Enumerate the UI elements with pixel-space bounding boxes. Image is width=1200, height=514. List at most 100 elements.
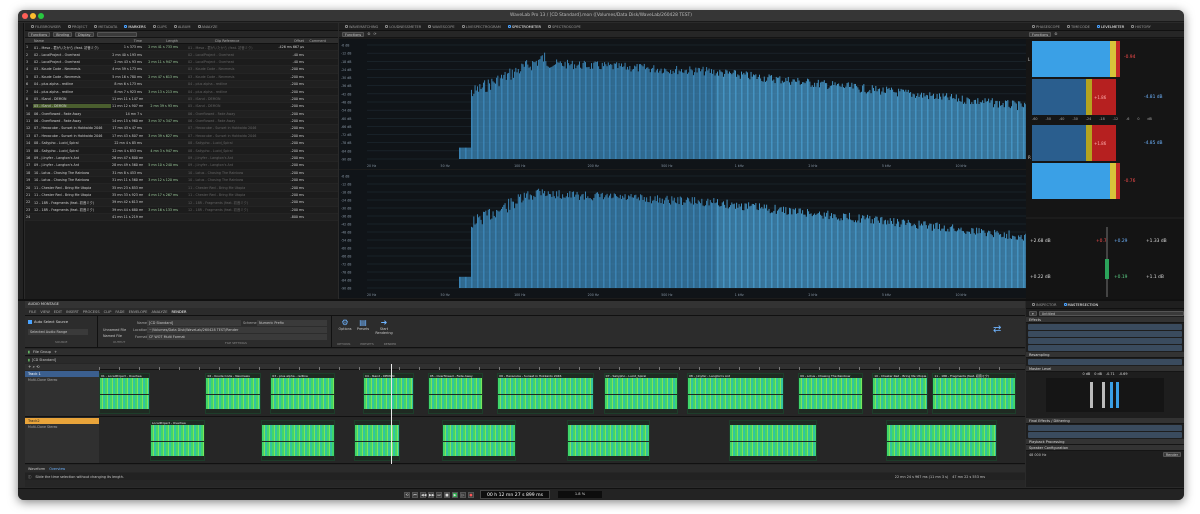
col-offset[interactable]: Offset	[267, 39, 305, 43]
montage-tab-clip[interactable]: CLIP	[104, 310, 112, 314]
loop-button[interactable]: ⟲	[404, 492, 410, 498]
preset-field[interactable]: Untitled	[1038, 310, 1184, 316]
montage-tab-fade[interactable]: FADE	[115, 310, 124, 314]
center-tab-wavematching[interactable]: WAVEMATCHING	[343, 25, 380, 29]
audio-clip[interactable]: 03 - plus alpha - redline	[270, 373, 336, 414]
center-tab-spectrometer[interactable]: SPECTROMETER	[506, 25, 543, 29]
options-button[interactable]: ⚙ Options	[337, 318, 353, 331]
settings-icon[interactable]: ⚙	[367, 32, 370, 36]
left-tab-project[interactable]: PROJECT	[66, 25, 90, 29]
right-tab-history[interactable]: HISTORY	[1129, 25, 1153, 29]
table-row[interactable]: 12 07 - Hexacube - Sunset in Hokkaido 204…	[25, 125, 338, 133]
right-tab-levelmeter[interactable]: LEVELMETER	[1095, 25, 1126, 29]
timeline-ruler[interactable]	[99, 364, 1025, 370]
col-name[interactable]: Name	[33, 39, 111, 43]
audio-clip[interactable]: 05 - Overflowed - Fade Away	[427, 373, 484, 414]
table-row[interactable]: 2 02 - LocalProject - Overheat 2 mn 40 s 1…	[25, 51, 338, 59]
levelmeter-functions-menu[interactable]: Functions	[1029, 31, 1052, 37]
track-2-lane[interactable]: LocalProject - Overhea	[99, 418, 1025, 464]
table-row[interactable]: 15 08 - Saliypho - Lucid_Spiral 22 mn 4 s …	[25, 147, 338, 155]
audio-clip[interactable]	[441, 420, 516, 461]
right-tab-timecode[interactable]: TIMECODE	[1065, 25, 1092, 29]
audio-clip[interactable]	[886, 420, 998, 461]
auto-select-checkbox[interactable]: Auto Select Source	[28, 320, 68, 324]
play-button[interactable]: ▶	[452, 492, 458, 498]
table-row[interactable]: 14 08 - Saliypho - Lucid_Spiral 22 mn 4 s …	[25, 140, 338, 148]
render-button[interactable]: Render	[1162, 452, 1181, 457]
stop-button[interactable]: ■	[444, 492, 450, 498]
goto-end-button[interactable]: ⏭	[436, 492, 442, 498]
format-select[interactable]: CF WOT Multi Format	[147, 334, 327, 340]
functions-menu[interactable]: Functions	[28, 31, 51, 37]
waveform-tab[interactable]: Waveform	[28, 467, 45, 471]
table-row[interactable]: 17 09 - J.Inyfer - Langton's Ant 28 mn 49 …	[25, 162, 338, 170]
fader-l[interactable]	[1090, 382, 1093, 408]
rewind-button[interactable]: ◀◀	[420, 492, 427, 498]
left-tab-analyze[interactable]: ANALYZE	[196, 25, 220, 29]
table-row[interactable]: 23 12 - 18R - Fragments (feat. 初音ミク) 39 mn…	[25, 207, 338, 214]
effect-slot-3[interactable]	[1028, 338, 1182, 344]
final-slot-1[interactable]	[1028, 425, 1182, 431]
scheme-select[interactable]: Numeric Prefix	[257, 320, 327, 326]
playhead[interactable]	[391, 364, 392, 464]
table-row[interactable]: 16 09 - J.Inyfer - Langton's Ant 26 mn 47 …	[25, 154, 338, 163]
center-tab-wavescope[interactable]: WAVESCOPE	[426, 25, 456, 29]
table-row[interactable]: 22 12 - 18R - Fragments (feat. 初音ミク) 39 mn…	[25, 199, 338, 207]
overview-tab[interactable]: Overview	[49, 467, 65, 471]
table-row[interactable]: 18 10 - Lotus - Chasing The Rainbow 31 mn …	[25, 169, 338, 178]
table-row[interactable]: 7 04 - plus alpha - redline 8 mn 7 s 923 m…	[25, 88, 338, 96]
source-select[interactable]: Selected Audio Range	[28, 329, 88, 335]
audio-clip[interactable]	[728, 420, 817, 461]
search-input[interactable]	[96, 31, 137, 37]
collapse-ribbon-icon[interactable]: ⇄	[993, 324, 1001, 335]
resampling-section[interactable]: Resampling	[1026, 352, 1184, 358]
table-row[interactable]: 9 05 - iSand - DEMON 11 mn 12 s 907 ms 2 mn…	[25, 103, 338, 111]
final-effects-section[interactable]: Final Effects / Dithering	[1026, 418, 1184, 424]
effect-slot-1[interactable]	[1028, 324, 1182, 330]
center-tab-loudnessmeter[interactable]: LOUDNESSMETER	[383, 25, 423, 29]
audio-clip[interactable]: 01 - LocalProject - Overhea	[99, 373, 150, 414]
audio-clip[interactable]: 09 - Lotus - Chasing The Rainbow	[798, 373, 863, 414]
audio-clip[interactable]	[261, 420, 336, 461]
table-row[interactable]: 8 05 - iSand - DEMON 11 mn 11 s 147 ms 05 -…	[25, 95, 338, 104]
effect-slot-2[interactable]	[1028, 331, 1182, 337]
name-field[interactable]: [CD Standard]	[147, 320, 241, 326]
montage-tab-view[interactable]: VIEW	[40, 310, 49, 314]
fader-r[interactable]	[1102, 382, 1105, 408]
audio-clip[interactable]: 11 - 18R - Fragments (feat. 初音ミク)	[932, 373, 1016, 414]
track-1-header[interactable]: Track 1 Multi-Clone Stereo	[25, 371, 99, 417]
table-row[interactable]: 20 11 - Chester Red - Bring Me Utopia 35 m…	[25, 184, 338, 192]
goto-start-button[interactable]: ⏮	[412, 492, 418, 498]
file-group-tab[interactable]: File Group	[33, 350, 51, 354]
effects-section[interactable]: Effects	[1026, 317, 1184, 323]
table-row[interactable]: 13 07 - Hexacube - Sunset in Hokkaido 204…	[25, 133, 338, 141]
binding-menu[interactable]: Binding	[53, 31, 73, 37]
table-row[interactable]: 3 02 - LocalProject - Overheat 2 mn 43 s 9…	[25, 59, 338, 67]
add-icon[interactable]: +	[54, 350, 57, 354]
named-file-radio[interactable]: Named File	[103, 334, 122, 338]
col-time[interactable]: Time	[111, 39, 143, 43]
forward-button[interactable]: ▶▶	[428, 492, 435, 498]
montage-name[interactable]: [CD Standard]	[32, 358, 56, 362]
audio-clip[interactable]: 06 - Hexacube - Sunset in Hokkaido 2046	[497, 373, 595, 414]
col-clip-reference[interactable]: Clip Reference	[187, 39, 267, 43]
audio-clip[interactable]: 10 - Chester Red - Bring Me Utopia	[872, 373, 928, 414]
refresh-icon[interactable]: ⟳	[373, 32, 376, 36]
display-menu[interactable]: Display	[75, 31, 94, 37]
col-comment[interactable]: Comment	[305, 39, 327, 43]
track-1-lane[interactable]: 01 - LocalProject - Overhea 02 - Koude Co…	[99, 371, 1025, 417]
left-tab-clips[interactable]: CLIPS	[151, 25, 169, 29]
table-row[interactable]: 4 03 - Koude Code - Nevmesis 4 mn 59 s 173…	[25, 66, 338, 74]
time-display[interactable]: 00 h 12 mn 27 s 899 ms	[480, 490, 550, 499]
left-tab-metadata[interactable]: METADATA	[92, 25, 119, 29]
start-rendering-button[interactable]: ➜ Start Rendering	[373, 318, 395, 335]
montage-tab-edit[interactable]: EDIT	[54, 310, 62, 314]
play-selection-button[interactable]: ▷	[460, 492, 466, 498]
track-2-header[interactable]: Track2 Multi-Clone Stereo	[25, 418, 99, 464]
preset-menu[interactable]: ▾	[1029, 310, 1037, 316]
table-row[interactable]: 19 10 - Lotus - Chasing The Rainbow 31 mn …	[25, 177, 338, 185]
audio-clip[interactable]: LocalProject - Overhea	[149, 420, 206, 461]
final-slot-2[interactable]	[1028, 432, 1182, 438]
center-tab-livespectrogram[interactable]: LIVESPECTROGRAM	[460, 25, 503, 29]
location-field[interactable]: ~/Volumes/Data Disk/WaveLab/260428 TEST/…	[147, 327, 327, 333]
